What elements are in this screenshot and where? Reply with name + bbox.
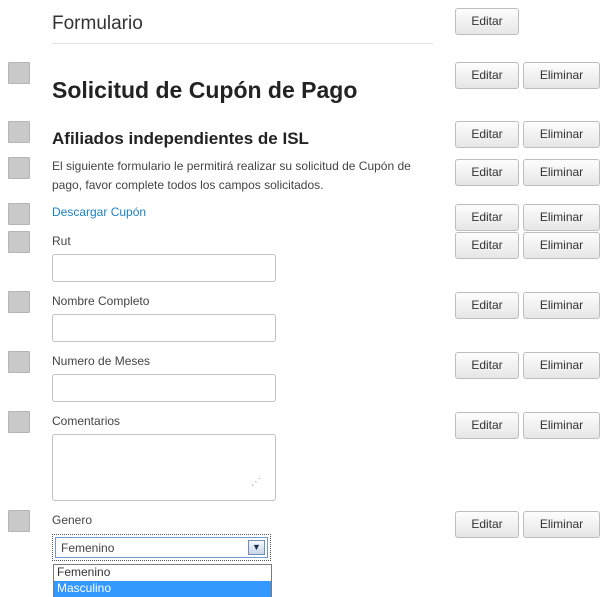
drag-handle-icon[interactable] — [8, 291, 30, 313]
genero-label: Genero — [52, 513, 93, 527]
drag-handle-icon[interactable] — [8, 62, 30, 84]
drag-handle-icon[interactable] — [8, 157, 30, 179]
genero-select[interactable]: Femenino ▼ — [55, 537, 268, 558]
meses-label: Numero de Meses — [52, 354, 151, 368]
drag-handle-icon[interactable] — [8, 121, 30, 143]
chevron-down-icon[interactable]: ▼ — [248, 540, 265, 555]
resize-grip-icon[interactable]: ⋰ — [251, 478, 261, 488]
drag-handle-icon[interactable] — [8, 510, 30, 532]
genero-option-masculino[interactable]: Masculino — [54, 581, 271, 597]
delete-rut-button[interactable]: Eliminar — [523, 232, 600, 259]
genero-selected-value: Femenino — [61, 541, 115, 555]
comentarios-label: Comentarios — [52, 414, 121, 428]
rut-label: Rut — [52, 234, 71, 248]
genero-option-femenino[interactable]: Femenino — [54, 565, 271, 581]
form-builder: Formulario Editar Solicitud de Cupón de … — [0, 0, 602, 597]
edit-nombre-button[interactable]: Editar — [455, 292, 519, 319]
delete-link-button[interactable]: Eliminar — [523, 204, 600, 231]
drag-handle-icon[interactable] — [8, 203, 30, 225]
nombre-input[interactable] — [52, 314, 276, 342]
download-coupon-link[interactable]: Descargar Cupón — [52, 205, 146, 219]
title-divider — [52, 43, 433, 44]
heading-afiliados: Afiliados independientes de ISL — [52, 129, 309, 148]
edit-heading2-button[interactable]: Editar — [455, 121, 519, 148]
rut-input[interactable] — [52, 254, 276, 282]
description-paragraph: El siguiente formulario le permitirá rea… — [52, 159, 411, 192]
meses-input[interactable] — [52, 374, 276, 402]
drag-handle-icon[interactable] — [8, 351, 30, 373]
nombre-label: Nombre Completo — [52, 294, 150, 308]
delete-paragraph-button[interactable]: Eliminar — [523, 159, 600, 186]
delete-meses-button[interactable]: Eliminar — [523, 352, 600, 379]
delete-heading2-button[interactable]: Eliminar — [523, 121, 600, 148]
drag-handle-icon[interactable] — [8, 411, 30, 433]
drag-handle-icon[interactable] — [8, 231, 30, 253]
heading-solicitud: Solicitud de Cupón de Pago — [52, 77, 358, 103]
edit-meses-button[interactable]: Editar — [455, 352, 519, 379]
comentarios-textarea[interactable] — [52, 434, 276, 501]
edit-link-button[interactable]: Editar — [455, 204, 519, 231]
edit-comentarios-button[interactable]: Editar — [455, 412, 519, 439]
delete-comentarios-button[interactable]: Eliminar — [523, 412, 600, 439]
form-title: Formulario — [52, 13, 143, 34]
edit-genero-button[interactable]: Editar — [455, 511, 519, 538]
delete-genero-button[interactable]: Eliminar — [523, 511, 600, 538]
delete-heading1-button[interactable]: Eliminar — [523, 62, 600, 89]
edit-form-button[interactable]: Editar — [455, 8, 519, 35]
genero-dropdown-list: Femenino Masculino — [53, 564, 272, 597]
delete-nombre-button[interactable]: Eliminar — [523, 292, 600, 319]
edit-heading1-button[interactable]: Editar — [455, 62, 519, 89]
edit-paragraph-button[interactable]: Editar — [455, 159, 519, 186]
edit-rut-button[interactable]: Editar — [455, 232, 519, 259]
